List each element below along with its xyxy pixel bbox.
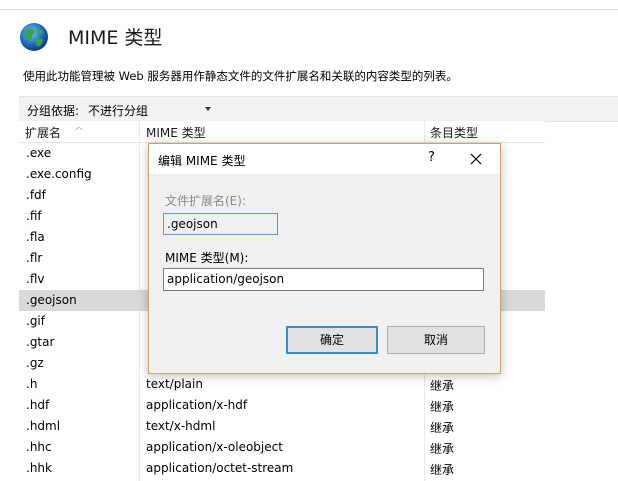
- table-header: 扩展名 ︿ MIME 类型 条目类型: [19, 121, 545, 143]
- column-header-entry-type[interactable]: 条目类型: [430, 124, 478, 141]
- extension-label: 文件扩展名(E):: [165, 194, 246, 208]
- chevron-down-icon[interactable]: [205, 107, 211, 111]
- cell-mime-type: application/x-hdf: [146, 398, 248, 412]
- table-row[interactable]: .hdf application/x-hdf 继承: [19, 395, 545, 416]
- cell-extension: .fdf: [26, 188, 46, 202]
- table-row[interactable]: .hhk application/octet-stream 继承: [19, 458, 545, 479]
- cell-extension: .flv: [26, 272, 45, 286]
- mime-type-label: MIME 类型(M):: [165, 251, 249, 265]
- table-row[interactable]: .hhc application/x-oleobject 继承: [19, 437, 545, 458]
- cell-extension: .fla: [26, 230, 45, 244]
- cell-mime-type: text/plain: [146, 377, 203, 391]
- cell-extension: .gtar: [26, 335, 55, 349]
- cell-extension: .hdml: [26, 419, 61, 433]
- cell-mime-type: application/x-oleobject: [146, 440, 283, 454]
- group-by-label: 分组依据:: [27, 104, 80, 118]
- column-header-mime-type[interactable]: MIME 类型: [146, 124, 206, 141]
- extension-field-value: .geojson: [167, 217, 218, 231]
- group-by-select[interactable]: 不进行分组: [85, 99, 215, 118]
- window-top-strip: [0, 0, 618, 10]
- mime-type-field[interactable]: application/geojson: [163, 268, 484, 291]
- cell-entry-type: 继承: [430, 442, 455, 456]
- column-header-extension[interactable]: 扩展名: [25, 124, 61, 141]
- cell-entry-type: 继承: [430, 463, 455, 477]
- cell-extension: .hhc: [26, 440, 52, 454]
- cell-mime-type: text/x-hdml: [146, 419, 216, 433]
- cell-extension: .h: [26, 377, 38, 391]
- cell-extension: .fif: [26, 209, 42, 223]
- cell-extension: .hhk: [26, 461, 52, 475]
- cell-entry-type: 继承: [430, 400, 455, 414]
- help-button[interactable]: ?: [428, 150, 435, 165]
- page-description: 使用此功能管理被 Web 服务器用作静态文件的文件扩展名和关联的内容类型的列表。: [23, 69, 458, 83]
- cell-extension: .geojson: [26, 293, 77, 307]
- group-by-value: 不进行分组: [88, 104, 149, 118]
- dialog-titlebar: 编辑 MIME 类型 ?: [149, 144, 500, 174]
- close-icon[interactable]: [467, 150, 485, 168]
- cancel-button[interactable]: 取消: [387, 326, 485, 354]
- table-row[interactable]: .h text/plain 继承: [19, 374, 545, 395]
- dialog-title: 编辑 MIME 类型: [158, 154, 246, 168]
- table-row[interactable]: .hdml text/x-hdml 继承: [19, 416, 545, 437]
- mime-type-field-value: application/geojson: [167, 272, 285, 286]
- edit-mime-type-dialog: 编辑 MIME 类型 ? 文件扩展名(E): .geojson MIME 类型(…: [148, 143, 501, 374]
- cell-entry-type: 继承: [430, 379, 455, 393]
- page-title: MIME 类型: [68, 27, 163, 49]
- extension-field[interactable]: .geojson: [163, 213, 278, 235]
- cell-extension: .gz: [26, 356, 44, 370]
- group-by-toolbar: 分组依据: 不进行分组: [19, 96, 618, 122]
- cell-extension: .flr: [26, 251, 43, 265]
- cell-entry-type: 继承: [430, 421, 455, 435]
- cell-mime-type: application/octet-stream: [146, 461, 294, 475]
- cell-extension: .exe: [26, 146, 52, 160]
- cell-extension: .hdf: [26, 398, 50, 412]
- ok-button[interactable]: 确定: [286, 326, 378, 354]
- sort-ascending-icon: ︿: [75, 122, 83, 131]
- cell-extension: .exe.config: [26, 167, 92, 181]
- globe-icon: [20, 23, 48, 51]
- cell-extension: .gif: [26, 314, 45, 328]
